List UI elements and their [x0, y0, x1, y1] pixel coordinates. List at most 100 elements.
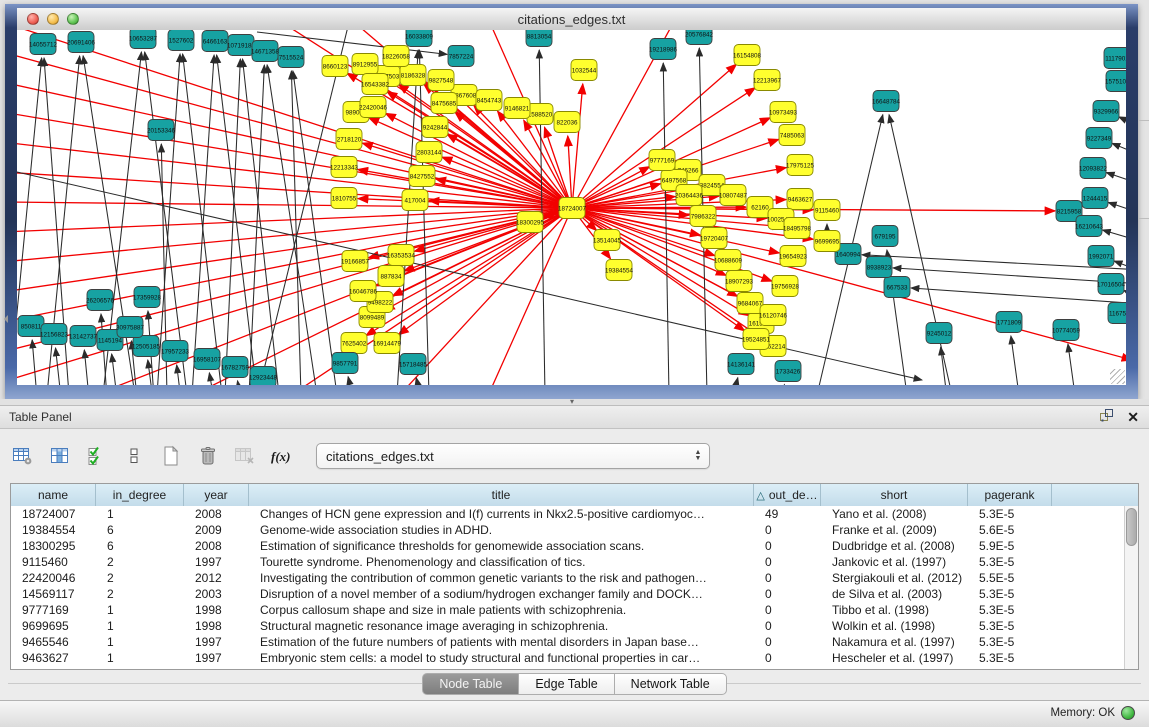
network-node[interactable]: 14136141	[727, 354, 756, 375]
network-node[interactable]: 8427552	[409, 166, 435, 187]
cell[interactable]: 0	[754, 570, 821, 586]
table-row[interactable]: 2242004622012Investigating the contribut…	[11, 570, 1125, 586]
network-node[interactable]: 12923448	[249, 367, 278, 386]
network-node[interactable]: 9115460	[814, 200, 840, 221]
tab-node-table[interactable]: Node Table	[422, 673, 519, 695]
cell[interactable]: 0	[754, 554, 821, 570]
cell[interactable]: 1	[96, 602, 184, 618]
network-node[interactable]: 6466163	[202, 31, 228, 52]
network-node[interactable]: 20691406	[67, 32, 96, 53]
network-window-titlebar[interactable]: citations_edges.txt	[17, 8, 1126, 31]
tab-edge-table[interactable]: Edge Table	[519, 673, 614, 695]
table-selector-combobox[interactable]: citations_edges.txt ▲▼	[316, 443, 710, 469]
network-node[interactable]: 16210643	[1075, 216, 1104, 237]
network-node[interactable]: 10688609	[714, 250, 743, 271]
cell[interactable]: Dudbridge et al. (2008)	[821, 538, 968, 554]
cell[interactable]: 14569117	[11, 586, 96, 602]
scrollbar-thumb[interactable]	[1126, 508, 1137, 546]
network-node[interactable]: 15718485	[399, 354, 428, 375]
network-node[interactable]: 26206576	[86, 290, 115, 311]
network-node[interactable]: 13514045	[593, 230, 622, 251]
cell[interactable]: 18300295	[11, 538, 96, 554]
column-header-year[interactable]: year	[184, 484, 249, 506]
network-node[interactable]: 8475685	[431, 93, 457, 114]
cell[interactable]: 19384554	[11, 522, 96, 538]
network-node[interactable]: 9699695	[814, 231, 840, 252]
network-node[interactable]: 12093822	[1079, 158, 1108, 179]
network-node[interactable]: 9777169	[649, 150, 675, 171]
network-node[interactable]: 16648784	[872, 91, 901, 112]
network-node[interactable]: 16046786	[349, 281, 378, 302]
cell[interactable]: 0	[754, 650, 821, 666]
network-node[interactable]: 18724007	[558, 198, 587, 219]
cell[interactable]: 1	[96, 618, 184, 634]
network-node[interactable]: 9245012	[926, 323, 952, 344]
network-node[interactable]: 2803144	[416, 142, 442, 163]
network-node[interactable]: 10807487	[719, 185, 748, 206]
cell[interactable]: 1998	[184, 618, 249, 634]
cell[interactable]: 0	[754, 618, 821, 634]
cell[interactable]: 1997	[184, 554, 249, 570]
cell[interactable]: 0	[754, 586, 821, 602]
cell[interactable]: 1	[96, 650, 184, 666]
network-node[interactable]: 679195	[872, 226, 898, 247]
cell[interactable]: 5.3E-5	[968, 618, 1052, 634]
network-node[interactable]: 13142737	[69, 326, 98, 347]
table-row[interactable]: 946554611997Estimation of the future num…	[11, 634, 1125, 650]
west-splitter-arrow-icon[interactable]	[0, 315, 8, 323]
create-table-icon[interactable]	[158, 444, 184, 468]
cell[interactable]: 1	[96, 506, 184, 522]
cell[interactable]: 1997	[184, 650, 249, 666]
float-panel-icon[interactable]	[1099, 408, 1115, 426]
network-node[interactable]: 7625402	[341, 333, 367, 354]
table-row[interactable]: 946362711997Embryonic stem cells: a mode…	[11, 650, 1125, 666]
cell[interactable]: de Silva et al. (2003)	[821, 586, 968, 602]
network-node[interactable]: 8660123	[322, 56, 348, 77]
network-node[interactable]: 22420046	[359, 97, 388, 118]
cell[interactable]: 0	[754, 602, 821, 618]
column-header-name[interactable]: name	[11, 484, 96, 506]
delete-trash-icon[interactable]	[195, 444, 221, 468]
column-header-out_de[interactable]: △out_de…	[754, 484, 821, 506]
network-node[interactable]: 16782759	[221, 357, 250, 378]
network-node[interactable]: 15751074	[1105, 71, 1126, 92]
network-node[interactable]: 9857791	[332, 353, 358, 374]
cell[interactable]: 0	[754, 634, 821, 650]
network-node[interactable]: 2718120	[336, 129, 362, 150]
network-node[interactable]: 12156823	[40, 324, 69, 345]
network-node[interactable]: 1771809	[996, 312, 1022, 333]
network-node[interactable]: 1117901	[1104, 48, 1126, 69]
cell[interactable]: 5.3E-5	[968, 602, 1052, 618]
network-node[interactable]: 18226058	[382, 46, 411, 67]
network-node[interactable]: 1733426	[775, 361, 801, 382]
cell[interactable]: 2009	[184, 522, 249, 538]
network-node[interactable]: 18495798	[783, 218, 812, 239]
resize-grip[interactable]	[1110, 369, 1125, 384]
cell[interactable]: Estimation of the future numbers of pati…	[249, 634, 754, 650]
cell[interactable]: Franke et al. (2009)	[821, 522, 968, 538]
cell[interactable]: 5.3E-5	[968, 586, 1052, 602]
network-node[interactable]: 9329966	[1093, 101, 1119, 122]
network-node[interactable]: 19166857	[341, 251, 370, 272]
network-node[interactable]: 12213343	[330, 157, 359, 178]
cell[interactable]: Yano et al. (2008)	[821, 506, 968, 522]
cell[interactable]: Genome-wide association studies in ADHD.	[249, 522, 754, 538]
network-node[interactable]: 9684067	[737, 293, 763, 314]
network-node[interactable]: 9227349	[1086, 128, 1112, 149]
column-header-title[interactable]: title	[249, 484, 754, 506]
network-node[interactable]: 16914479	[373, 333, 402, 354]
network-node[interactable]: 17359928	[133, 287, 162, 308]
cell[interactable]: 2008	[184, 506, 249, 522]
network-node[interactable]: 17957233	[161, 341, 190, 362]
network-node[interactable]: 20576842	[685, 30, 714, 45]
network-node[interactable]: 18300295	[516, 212, 545, 233]
network-node[interactable]: 667533	[884, 277, 910, 298]
network-node[interactable]: 18907293	[725, 271, 754, 292]
table-row[interactable]: 1830029562008Estimation of significance …	[11, 538, 1125, 554]
select-rows-check-icon[interactable]	[84, 444, 110, 468]
network-node[interactable]: 8938923	[866, 257, 892, 278]
cell[interactable]: Tourette syndrome. Phenomenology and cla…	[249, 554, 754, 570]
network-node[interactable]: 7986322	[690, 206, 716, 227]
network-window[interactable]: citations_edges.txt 62160417004667533679…	[5, 4, 1138, 399]
cell[interactable]: 5.9E-5	[968, 538, 1052, 554]
